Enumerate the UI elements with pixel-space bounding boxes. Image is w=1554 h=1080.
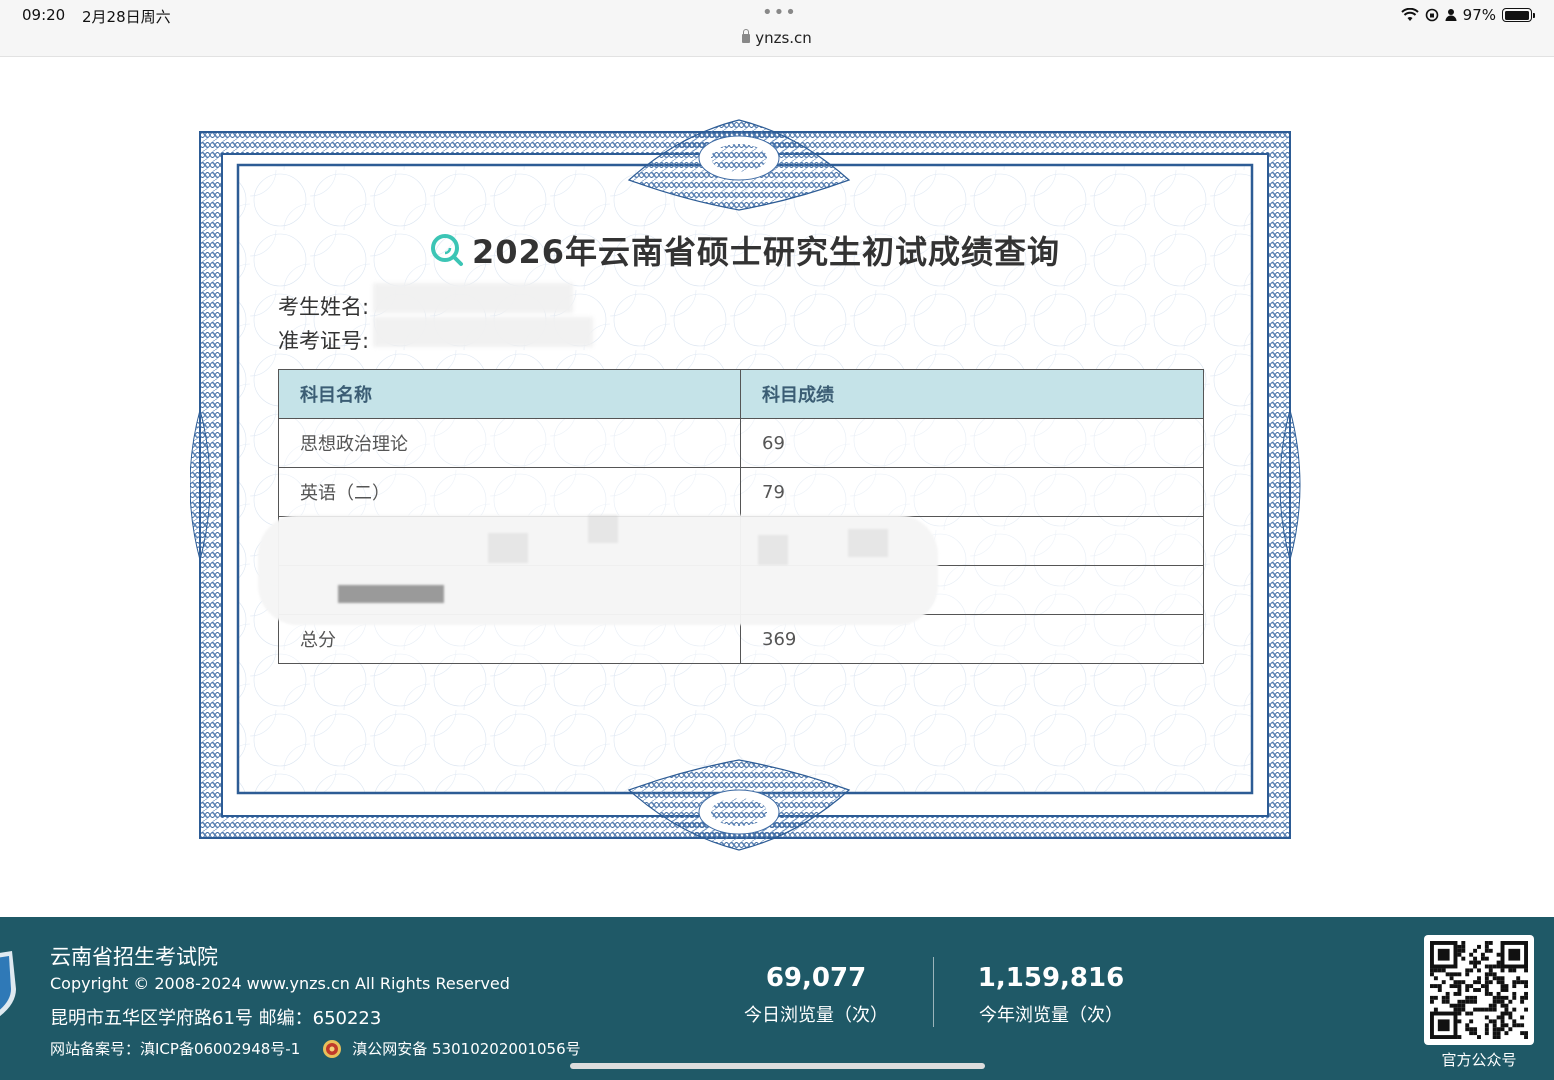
table-row: 英语（二） 79 — [278, 467, 1204, 517]
today-views-label: 今日浏览量（次） — [744, 1005, 888, 1026]
wifi-icon — [1400, 8, 1419, 21]
subject-cell: 思想政治理论 — [278, 418, 741, 468]
lock-icon — [742, 29, 751, 43]
address-bar[interactable]: ynzs.cn — [0, 29, 1554, 47]
url-text: ynzs.cn — [755, 29, 812, 47]
person-icon — [1445, 9, 1457, 21]
redacted-name — [373, 283, 573, 313]
table-header-row: 科目名称 科目成绩 — [278, 369, 1204, 419]
score-cell: 69 — [740, 418, 1204, 468]
candidate-name-label: 考生姓名: — [278, 295, 370, 319]
stat-divider — [933, 957, 934, 1027]
site-footer: 云南省招生考试院 Copyright © 2008-2024 www.ynzs.… — [0, 917, 1554, 1080]
qr-label: 官方公众号 — [1441, 1051, 1517, 1069]
today-views-value: 69,077 — [765, 963, 867, 993]
registration-line: 网站备案号：滇ICP备06002948号-1 滇公网安备 53010202001… — [50, 1038, 581, 1059]
police-record-link[interactable]: 滇公网安备 53010202001056号 — [352, 1038, 580, 1059]
year-views-label: 今年浏览量（次） — [979, 1005, 1123, 1026]
redacted-rows-blur — [258, 515, 938, 625]
status-date: 2月28日周六 — [82, 8, 171, 26]
subject-cell: 英语（二） — [278, 467, 741, 517]
table-row: 思想政治理论 69 — [278, 418, 1204, 468]
icp-link[interactable]: 网站备案号：滇ICP备06002948号-1 — [50, 1038, 300, 1059]
police-badge-icon — [323, 1039, 342, 1058]
score-cell: 79 — [740, 467, 1204, 517]
qr-code[interactable] — [1424, 935, 1534, 1045]
orientation-lock-icon — [1425, 8, 1438, 22]
candidate-number-label: 准考证号: — [278, 329, 370, 353]
header-score: 科目成绩 — [740, 369, 1204, 419]
battery-icon — [1502, 8, 1535, 22]
search-icon — [430, 234, 463, 266]
redacted-number — [373, 317, 593, 347]
browser-status-bar: 09:20 2月28日周六 ••• ynzs.cn 97% — [0, 0, 1554, 57]
year-views-value: 1,159,816 — [977, 963, 1125, 993]
multitask-dots-icon[interactable]: ••• — [762, 2, 797, 23]
score-certificate: 2026年云南省硕士研究生初试成绩查询 考生姓名: 准考证号: 科目名称 科目成… — [190, 110, 1310, 860]
institution-badge-icon — [0, 951, 16, 1017]
status-icons: 97% — [1400, 6, 1535, 24]
stat-year: 1,159,816 今年浏览量（次） — [946, 963, 1156, 1027]
qr-code-icon — [1430, 941, 1528, 1039]
title-text: 2026年云南省硕士研究生初试成绩查询 — [471, 233, 1061, 271]
header-subject: 科目名称 — [278, 369, 741, 419]
copyright-text: Copyright © 2008-2024 www.ynzs.cn All Ri… — [50, 974, 510, 993]
address-text: 昆明市五华区学府路61号 邮编：650223 — [50, 1008, 382, 1029]
status-time: 09:20 — [22, 6, 66, 24]
certificate-content: 2026年云南省硕士研究生初试成绩查询 考生姓名: 准考证号: 科目名称 科目成… — [238, 165, 1252, 793]
battery-percent: 97% — [1462, 6, 1496, 24]
org-name: 云南省招生考试院 — [50, 945, 218, 969]
page-title: 2026年云南省硕士研究生初试成绩查询 — [238, 227, 1252, 273]
stat-today: 69,077 今日浏览量（次） — [716, 963, 916, 1027]
home-indicator[interactable] — [570, 1063, 985, 1069]
